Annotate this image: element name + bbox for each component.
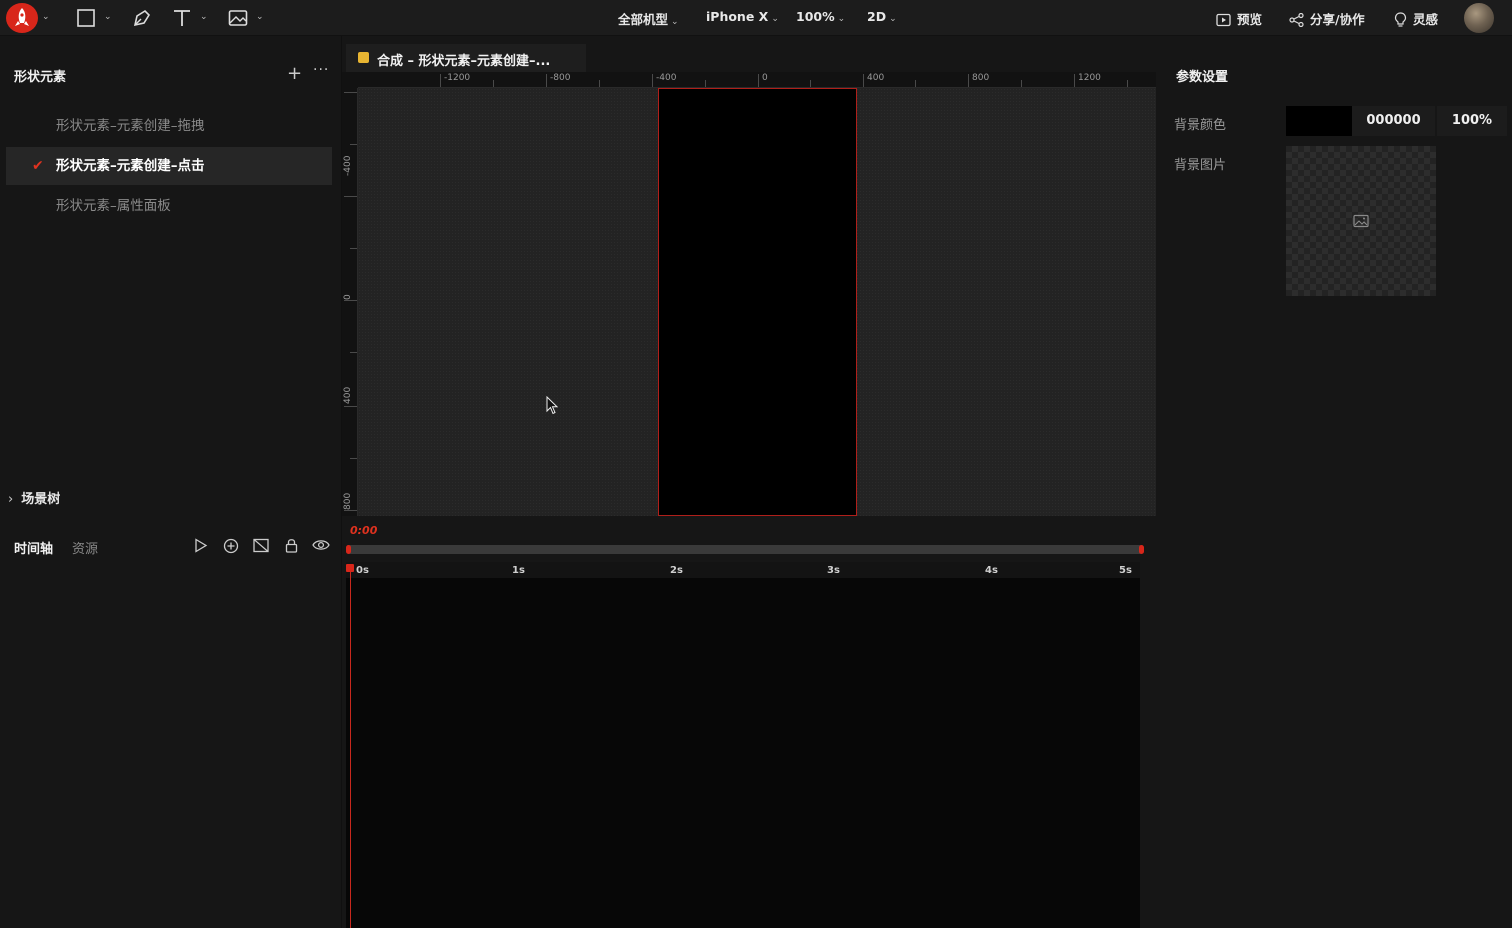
bg-color-label: 背景颜色 (1174, 118, 1227, 133)
ruler-tick-label: -400 (656, 73, 677, 83)
zoom-menu-label: 100% (796, 9, 835, 24)
ruler-tick-label: -800 (550, 73, 571, 83)
logo-chevron-down-icon[interactable]: ⌄ (42, 12, 50, 22)
preview-icon (1216, 13, 1231, 27)
panel-title: 形状元素 (14, 70, 67, 85)
vertical-ruler: -400 0 400 800 (342, 88, 358, 516)
add-keyframe-icon[interactable] (223, 538, 239, 554)
rectangle-tool-icon[interactable] (76, 8, 96, 28)
inspiration-label: 灵感 (1413, 12, 1439, 27)
more-options-icon[interactable]: ··· (313, 62, 329, 78)
text-tool-icon[interactable] (172, 8, 192, 28)
image-chevron-down-icon[interactable]: ⌄ (256, 12, 264, 22)
text-chevron-down-icon[interactable]: ⌄ (200, 12, 208, 22)
share-icon (1289, 12, 1304, 28)
bg-image-dropzone[interactable] (1286, 146, 1436, 296)
scene-tree-label: 场景树 (21, 492, 61, 507)
chevron-down-icon: ⌄ (771, 14, 779, 24)
app-logo[interactable] (6, 3, 38, 33)
timeline-tracks[interactable] (346, 578, 1140, 928)
add-page-icon[interactable]: + (287, 63, 302, 84)
horizontal-ruler: -1200 -800 -400 0 400 800 1200 (358, 72, 1156, 88)
composition-tab-label: 合成 – 形状元素–元素创建–... (377, 54, 551, 69)
preview-button[interactable]: 预览 (1216, 9, 1262, 28)
tab-assets[interactable]: 资源 (72, 538, 98, 557)
page-item-label: 形状元素–元素创建–点击 (56, 158, 205, 174)
pen-tool-icon[interactable] (132, 8, 152, 28)
current-time: 0:00 (350, 524, 378, 537)
tab-timeline[interactable]: 时间轴 (14, 538, 53, 557)
time-tick-label: 4s (985, 565, 998, 576)
playhead-line[interactable] (350, 566, 351, 928)
mouse-cursor-icon (546, 396, 559, 415)
properties-title: 参数设置 (1176, 70, 1229, 85)
ruler-tick-label: 400 (343, 386, 353, 404)
artboard-iphone-x[interactable] (658, 88, 857, 516)
lock-icon[interactable] (285, 538, 298, 553)
timeline-scrubber[interactable] (346, 545, 1144, 554)
share-button[interactable]: 分享/协作 (1289, 9, 1365, 28)
model-menu[interactable]: iPhone X ⌄ (706, 9, 779, 24)
rocket-icon (15, 8, 29, 26)
ruler-tick-label: -400 (343, 155, 353, 176)
bg-color-hex-input[interactable]: 000000 (1352, 106, 1435, 136)
ruler-tick-label: 400 (867, 73, 885, 83)
bg-image-label: 背景图片 (1174, 158, 1227, 173)
timeline-ruler (346, 562, 1140, 578)
play-icon[interactable] (193, 538, 208, 553)
chevron-down-icon: ⌄ (837, 14, 846, 24)
page-item-label: 形状元素–元素创建–拖拽 (56, 118, 205, 134)
chevron-right-icon: › (8, 492, 14, 507)
page-item-label: 形状元素–属性面板 (56, 198, 171, 214)
pages-panel: 形状元素 + ··· 形状元素–元素创建–拖拽 ✔ 形状元素–元素创建–点击 形… (0, 36, 342, 516)
chevron-down-icon: ⌄ (889, 14, 897, 24)
ruler-tick-label: 800 (972, 73, 990, 83)
scrubber-start-handle[interactable] (346, 545, 351, 554)
page-item-properties[interactable]: 形状元素–属性面板 (6, 187, 332, 225)
model-menu-label: iPhone X (706, 9, 769, 24)
user-avatar[interactable] (1464, 3, 1494, 33)
time-tick-label: 3s (827, 565, 840, 576)
ruler-tick-label: 0 (762, 73, 768, 83)
properties-panel: 参数设置 背景颜色 000000 100% 背景图片 (1156, 36, 1512, 928)
page-item-drag[interactable]: 形状元素–元素创建–拖拽 (6, 107, 332, 145)
composition-color-icon (358, 52, 369, 63)
timeline-panel: 时间轴 资源 (0, 516, 342, 928)
timeline-scrollbar[interactable] (1140, 562, 1156, 928)
ruler-tick-label: 800 (343, 492, 353, 510)
preview-label: 预览 (1237, 12, 1263, 27)
zoom-menu[interactable]: 100% ⌄ (796, 9, 845, 24)
top-toolbar: ⌄ ⌄ ⌄ ⌄ 全部机型⌄ iPhone X⌄ 100%⌄ 2D⌄ 预览 (0, 0, 1512, 36)
inspiration-button[interactable]: 灵感 (1394, 9, 1438, 28)
time-tick-label: 0s (356, 565, 369, 576)
rectangle-chevron-down-icon[interactable]: ⌄ (104, 12, 112, 22)
playhead-handle[interactable] (346, 564, 354, 572)
composition-tab[interactable]: 合成 – 形状元素–元素创建–... (346, 44, 586, 72)
eye-icon[interactable] (312, 538, 330, 552)
time-tick-label: 2s (670, 565, 683, 576)
image-tool-icon[interactable] (228, 8, 248, 28)
device-menu-label: 全部机型 (618, 12, 669, 27)
page-item-click[interactable]: ✔ 形状元素–元素创建–点击 (6, 147, 332, 185)
time-tick-label: 1s (512, 565, 525, 576)
share-label: 分享/协作 (1310, 12, 1365, 27)
bg-color-swatch[interactable] (1286, 106, 1352, 136)
chevron-down-icon: ⌄ (671, 17, 679, 27)
ruler-corner (342, 72, 358, 88)
image-placeholder-icon (1353, 214, 1369, 228)
scene-tree-toggle[interactable]: › 场景树 (8, 488, 60, 507)
scrubber-end-handle[interactable] (1139, 545, 1144, 554)
bg-opacity-input[interactable]: 100% (1437, 106, 1507, 136)
mode-menu-label: 2D (867, 9, 887, 24)
device-menu[interactable]: 全部机型 ⌄ (618, 9, 679, 28)
ruler-tick-label: 1200 (1078, 73, 1101, 83)
mask-icon[interactable] (253, 538, 269, 553)
check-icon: ✔ (32, 158, 44, 174)
lightbulb-icon (1394, 12, 1407, 27)
mode-menu[interactable]: 2D ⌄ (867, 9, 897, 24)
time-tick-label: 5s (1119, 565, 1132, 576)
ruler-tick-label: -1200 (444, 73, 471, 83)
